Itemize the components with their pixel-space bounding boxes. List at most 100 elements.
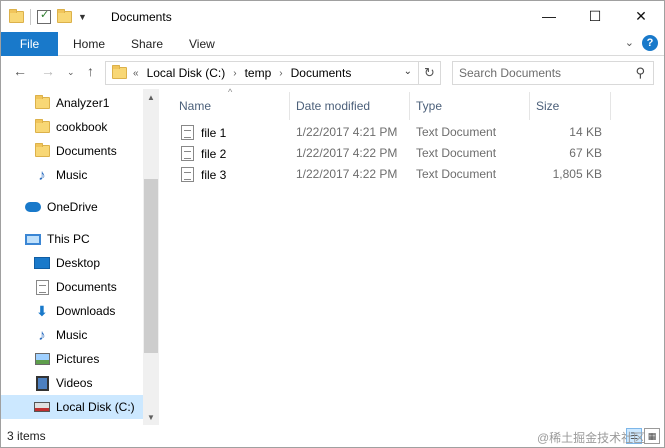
text-file-icon bbox=[181, 146, 194, 161]
file-size: 67 KB bbox=[569, 146, 602, 160]
nav-pane-scrollbar[interactable]: ▲ ▼ bbox=[143, 89, 159, 425]
nav-item-pictures[interactable]: Pictures bbox=[1, 347, 143, 371]
navigation-pane: Analyzer1 cookbook Documents ♪ Music One… bbox=[1, 89, 159, 425]
scroll-up-icon[interactable]: ▲ bbox=[143, 89, 159, 105]
column-header-type[interactable]: Type bbox=[416, 92, 442, 120]
title-bar: ▼ Documents — ☐ ✕ bbox=[1, 1, 664, 32]
nav-item-label: Documents bbox=[56, 144, 117, 158]
text-file-icon bbox=[181, 125, 194, 140]
nav-item-music[interactable]: ♪ Music bbox=[1, 323, 143, 347]
nav-item-label: Music bbox=[56, 168, 88, 182]
nav-item-this-pc[interactable]: This PC bbox=[1, 227, 143, 251]
qat-divider bbox=[30, 9, 31, 25]
minimize-button[interactable]: — bbox=[526, 1, 572, 31]
maximize-button[interactable]: ☐ bbox=[572, 1, 618, 31]
nav-item-cookbook[interactable]: cookbook bbox=[1, 115, 143, 139]
nav-item-videos[interactable]: Videos bbox=[1, 371, 143, 395]
quick-access-toolbar: ▼ bbox=[9, 7, 87, 27]
expand-ribbon-icon[interactable]: ⌄ bbox=[625, 36, 634, 49]
nav-item-local-disk[interactable]: Local Disk (C:) bbox=[1, 395, 143, 419]
nav-item-label: Documents bbox=[56, 280, 117, 294]
file-name: file 1 bbox=[201, 125, 227, 140]
refresh-button[interactable]: ↻ bbox=[419, 61, 441, 85]
nav-item-label: Analyzer1 bbox=[56, 96, 110, 110]
file-type: Text Document bbox=[416, 125, 497, 139]
item-count: 3 items bbox=[7, 429, 46, 443]
up-arrow-icon[interactable]: ↑ bbox=[87, 63, 94, 79]
file-name: file 2 bbox=[201, 146, 227, 161]
nav-item-label: Videos bbox=[56, 376, 93, 390]
nav-item-label: Music bbox=[56, 328, 88, 342]
navigation-bar: ← → ⌄ ↑ « Local Disk (C:) › temp › Docum… bbox=[1, 57, 664, 89]
properties-icon[interactable] bbox=[37, 8, 51, 24]
music-icon: ♪ bbox=[38, 166, 46, 184]
file-type: Text Document bbox=[416, 146, 497, 160]
new-folder-icon[interactable] bbox=[57, 9, 72, 23]
chevron-right-icon[interactable]: › bbox=[233, 68, 236, 79]
videos-icon bbox=[35, 375, 49, 391]
breadcrumb-temp[interactable]: temp bbox=[245, 66, 272, 80]
address-bar[interactable]: « Local Disk (C:) › temp › Documents ⌄ bbox=[105, 61, 419, 85]
qat-customize-dropdown-icon[interactable]: ▼ bbox=[78, 12, 87, 22]
refresh-icon: ↻ bbox=[424, 65, 435, 80]
large-icons-view-icon[interactable]: ▦ bbox=[644, 428, 660, 444]
tab-file[interactable]: File bbox=[1, 32, 58, 56]
onedrive-icon bbox=[25, 202, 41, 212]
nav-item-analyzer1[interactable]: Analyzer1 bbox=[1, 91, 143, 115]
column-header-size[interactable]: Size bbox=[536, 92, 559, 120]
folder-icon bbox=[9, 9, 24, 23]
tab-share[interactable]: Share bbox=[131, 32, 163, 56]
pictures-icon bbox=[34, 353, 50, 365]
file-row[interactable]: file 1 1/22/2017 4:21 PM Text Document 1… bbox=[177, 122, 609, 143]
disk-icon bbox=[34, 402, 50, 412]
desktop-icon bbox=[34, 257, 50, 269]
file-list: ^ Name Date modified Type Size file 1 1/… bbox=[159, 87, 664, 425]
folder-icon bbox=[34, 119, 50, 133]
tab-home[interactable]: Home bbox=[73, 32, 105, 56]
nav-item-documents[interactable]: Documents bbox=[1, 275, 143, 299]
search-input[interactable]: Search Documents ⚲ bbox=[452, 61, 654, 85]
file-date: 1/22/2017 4:21 PM bbox=[296, 125, 398, 139]
column-divider[interactable] bbox=[289, 92, 290, 120]
forward-arrow-icon[interactable]: → bbox=[41, 63, 55, 79]
nav-item-label: Downloads bbox=[56, 304, 116, 318]
folder-icon bbox=[34, 143, 50, 157]
breadcrumb-local-disk[interactable]: Local Disk (C:) bbox=[147, 66, 226, 80]
column-header-date[interactable]: Date modified bbox=[296, 92, 370, 120]
nav-item-documents-quick[interactable]: Documents bbox=[1, 139, 143, 163]
tab-view[interactable]: View bbox=[189, 32, 215, 56]
search-placeholder: Search Documents bbox=[459, 66, 562, 80]
back-arrow-icon[interactable]: ← bbox=[13, 63, 27, 79]
search-icon: ⚲ bbox=[635, 65, 645, 80]
text-file-icon bbox=[181, 167, 194, 182]
file-date: 1/22/2017 4:22 PM bbox=[296, 146, 398, 160]
folder-icon bbox=[112, 65, 127, 79]
close-button[interactable]: ✕ bbox=[618, 1, 664, 31]
nav-item-downloads[interactable]: ⬇ Downloads bbox=[1, 299, 143, 323]
window-title: Documents bbox=[111, 10, 172, 24]
watermark: @稀土掘金技术社区 bbox=[537, 431, 646, 445]
computer-icon bbox=[25, 233, 41, 245]
nav-item-desktop[interactable]: Desktop bbox=[1, 251, 143, 275]
scrollbar-thumb[interactable] bbox=[144, 179, 158, 353]
chevron-down-icon[interactable]: ⌄ bbox=[404, 66, 412, 77]
chevron-right-icon[interactable]: › bbox=[279, 68, 282, 79]
column-divider[interactable] bbox=[610, 92, 611, 120]
nav-item-onedrive[interactable]: OneDrive bbox=[1, 195, 143, 219]
file-row[interactable]: file 2 1/22/2017 4:22 PM Text Document 6… bbox=[177, 143, 609, 164]
file-row[interactable]: file 3 1/22/2017 4:22 PM Text Document 1… bbox=[177, 164, 609, 185]
recent-locations-icon[interactable]: ⌄ bbox=[67, 67, 75, 78]
scroll-down-icon[interactable]: ▼ bbox=[143, 409, 159, 425]
column-divider[interactable] bbox=[409, 92, 410, 120]
breadcrumb-overflow[interactable]: « bbox=[133, 68, 139, 79]
breadcrumb-documents[interactable]: Documents bbox=[291, 66, 352, 80]
downloads-icon: ⬇ bbox=[36, 303, 48, 319]
nav-item-label: cookbook bbox=[56, 120, 108, 134]
column-header-name[interactable]: Name bbox=[179, 92, 211, 120]
sort-ascending-icon: ^ bbox=[228, 87, 233, 97]
help-icon[interactable]: ? bbox=[642, 35, 658, 51]
nav-item-music-quick[interactable]: ♪ Music bbox=[1, 163, 143, 187]
folder-icon bbox=[34, 95, 50, 109]
nav-item-label: Local Disk (C:) bbox=[56, 400, 135, 414]
column-divider[interactable] bbox=[529, 92, 530, 120]
